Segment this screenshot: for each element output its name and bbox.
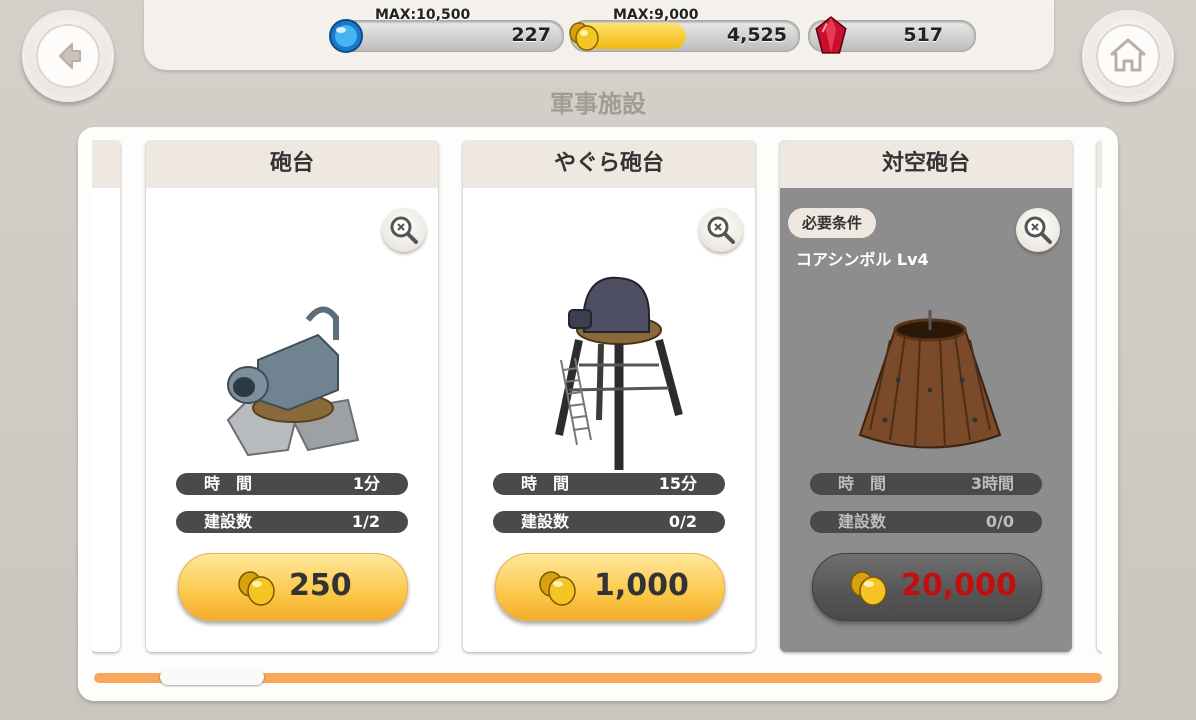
gem-value: 517 — [903, 24, 943, 46]
zoom-button[interactable] — [382, 208, 426, 252]
count-value: 1/2 — [351, 512, 380, 531]
time-row: 時 間 15分 — [493, 473, 725, 495]
requirement-text: コアシンボル Lv4 — [796, 250, 929, 269]
gold-coin-icon — [569, 22, 599, 51]
count-row: 建設数 0/0 — [810, 511, 1042, 533]
time-value: 3時間 — [970, 474, 1014, 493]
zoom-button[interactable] — [1016, 208, 1060, 252]
count-value: 0/0 — [985, 512, 1014, 531]
buy-button[interactable]: 20,000 — [812, 553, 1042, 621]
requirement-badge: 必要条件 — [788, 208, 877, 238]
gold-coin-icon — [238, 571, 275, 606]
card-partial-left[interactable] — [92, 140, 120, 652]
magnifier-icon — [1024, 216, 1052, 244]
home-icon — [1110, 38, 1146, 72]
page-title: 軍事施設 — [550, 90, 646, 118]
anti-air-image — [858, 310, 1002, 449]
card-title: やぐら砲台 — [463, 140, 755, 188]
time-row: 時 間 1分 — [176, 473, 408, 495]
time-value: 1分 — [352, 474, 380, 493]
count-label: 建設数 — [521, 512, 570, 531]
back-arrow-icon — [59, 43, 81, 69]
card-tower-cannon[interactable]: やぐら砲台 時 間 15分 建設数 0/2 1,000 — [463, 140, 755, 652]
cannon-image — [226, 306, 360, 457]
zoom-button[interactable] — [699, 208, 743, 252]
card-title: 対空砲台 — [780, 140, 1072, 188]
price: 20,000 — [901, 568, 1017, 603]
gold-max: MAX:9,000 — [613, 7, 699, 23]
price: 250 — [289, 568, 352, 603]
scroll-thumb[interactable] — [160, 669, 264, 685]
count-label: 建設数 — [204, 512, 253, 531]
card-title: 砲台 — [146, 140, 438, 188]
gold-coin-icon — [850, 571, 887, 606]
card-partial-right[interactable] — [1097, 140, 1102, 652]
card-anti-air[interactable]: 対空砲台 必要条件 コアシンボル Lv4 時 間 3時間 建設数 0/0 20,… — [780, 140, 1072, 652]
water-orb-icon — [329, 19, 363, 53]
card-cannon[interactable]: 砲台 時 間 1分 建設数 1/2 250 — [146, 140, 438, 652]
count-row: 建設数 0/2 — [493, 511, 725, 533]
tower-cannon-image — [555, 276, 683, 470]
gold-resource: MAX:9,000 4,525 — [569, 7, 800, 52]
water-max: MAX:10,500 — [375, 7, 471, 23]
time-label: 時 間 — [204, 474, 253, 493]
water-resource: MAX:10,500 227 — [329, 7, 564, 53]
count-label: 建設数 — [838, 512, 887, 531]
count-row: 建設数 1/2 — [176, 511, 408, 533]
gem-resource: 517 — [808, 16, 976, 54]
magnifier-icon — [390, 216, 418, 244]
buy-button[interactable]: 250 — [178, 553, 408, 621]
magnifier-icon — [707, 216, 735, 244]
time-value: 15分 — [658, 474, 697, 493]
price: 1,000 — [594, 568, 689, 603]
gold-value: 4,525 — [726, 24, 787, 46]
ruby-gem-icon — [815, 16, 847, 54]
card-scroller[interactable]: 砲台 時 間 1分 建設数 1/2 250 やぐら砲台 時 間 15分 建設数 … — [92, 140, 1102, 656]
time-label: 時 間 — [521, 474, 570, 493]
time-row: 時 間 3時間 — [810, 473, 1042, 495]
buy-button[interactable]: 1,000 — [495, 553, 725, 621]
gold-coin-icon — [539, 571, 576, 606]
water-value: 227 — [511, 24, 551, 46]
count-value: 0/2 — [668, 512, 697, 531]
time-label: 時 間 — [838, 474, 887, 493]
